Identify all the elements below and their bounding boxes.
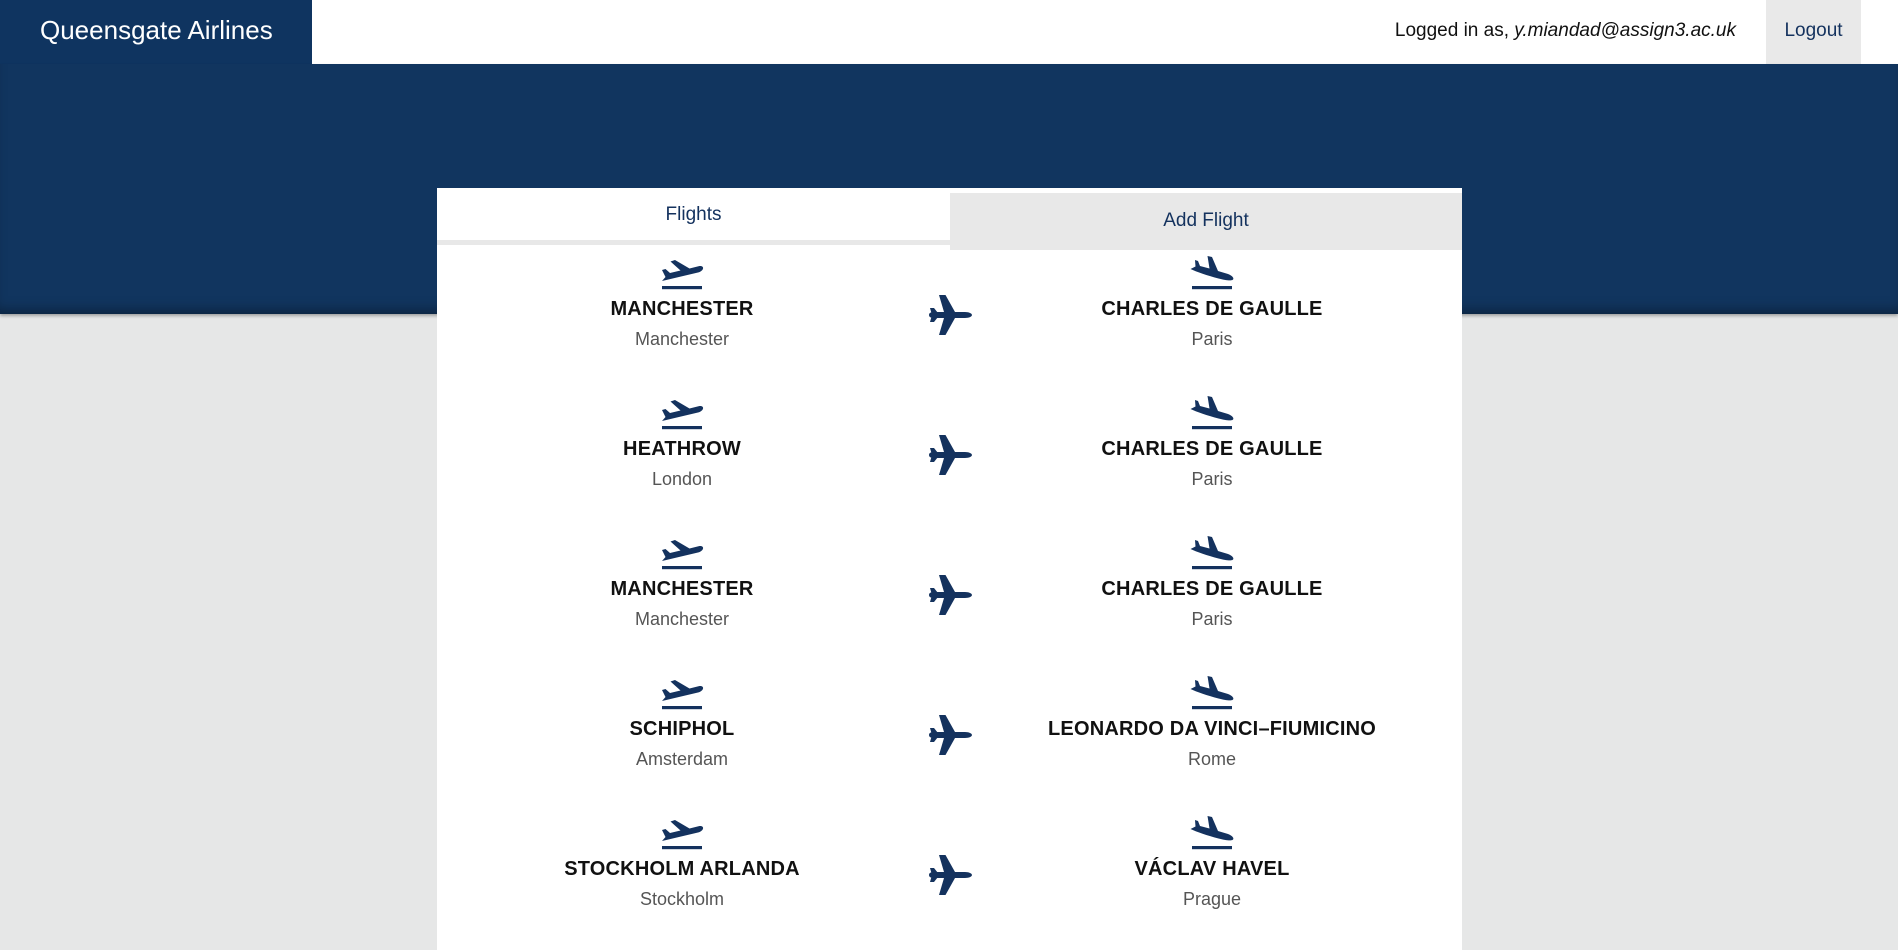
origin-city: Manchester bbox=[634, 609, 730, 629]
origin-airport-name: MANCHESTER bbox=[610, 578, 754, 600]
flight-land-icon bbox=[1190, 256, 1234, 290]
flight-takeoff-icon bbox=[662, 680, 704, 710]
flight-land-icon bbox=[1190, 536, 1234, 570]
airplane-icon bbox=[929, 715, 972, 755]
tab-add-flight[interactable]: Add Flight bbox=[950, 193, 1462, 250]
origin-airport-name: HEATHROW bbox=[623, 438, 741, 460]
destination-city: Prague bbox=[1182, 889, 1242, 909]
origin-airport-name: SCHIPHOL bbox=[629, 718, 735, 740]
origin-airport: MANCHESTER Manchester bbox=[462, 530, 902, 630]
destination-city: Paris bbox=[1191, 609, 1233, 629]
top-navbar: Queensgate Airlines Logged in as, y.mian… bbox=[0, 0, 1898, 64]
origin-airport: HEATHROW London bbox=[462, 390, 902, 490]
flight-list: MANCHESTER Manchester CHARLES DE GAULLE … bbox=[437, 250, 1462, 950]
origin-city: Amsterdam bbox=[635, 749, 729, 769]
flight-row[interactable]: STOCKHOLM ARLANDA Stockholm VÁCLAV HAVEL… bbox=[437, 810, 1462, 950]
destination-airport: CHARLES DE GAULLE Paris bbox=[992, 390, 1432, 490]
flight-land-icon bbox=[1190, 396, 1234, 430]
origin-airport-name: MANCHESTER bbox=[610, 298, 754, 320]
flight-row[interactable]: MANCHESTER Manchester CHARLES DE GAULLE … bbox=[437, 530, 1462, 670]
flight-row[interactable]: HEATHROW London CHARLES DE GAULLE Paris bbox=[437, 390, 1462, 530]
origin-airport: MANCHESTER Manchester bbox=[462, 250, 902, 350]
destination-airport-name: LEONARDO DA VINCI–FIUMICINO bbox=[1048, 718, 1376, 740]
flight-row[interactable]: MANCHESTER Manchester CHARLES DE GAULLE … bbox=[437, 250, 1462, 390]
destination-airport: CHARLES DE GAULLE Paris bbox=[992, 530, 1432, 630]
logged-in-status: Logged in as, y.miandad@assign3.ac.uk bbox=[1395, 0, 1736, 64]
destination-airport: CHARLES DE GAULLE Paris bbox=[992, 250, 1432, 350]
logout-button[interactable]: Logout bbox=[1766, 0, 1861, 64]
origin-airport-name: STOCKHOLM ARLANDA bbox=[564, 858, 800, 880]
flight-takeoff-icon bbox=[662, 260, 704, 290]
destination-city: Paris bbox=[1191, 329, 1233, 349]
brand-logo[interactable]: Queensgate Airlines bbox=[0, 0, 312, 64]
flight-takeoff-icon bbox=[662, 400, 704, 430]
flight-row[interactable]: SCHIPHOL Amsterdam LEONARDO DA VINCI–FIU… bbox=[437, 670, 1462, 810]
destination-city: Paris bbox=[1191, 469, 1233, 489]
airplane-icon bbox=[929, 295, 972, 335]
destination-airport: LEONARDO DA VINCI–FIUMICINO Rome bbox=[992, 670, 1432, 770]
destination-airport: VÁCLAV HAVEL Prague bbox=[992, 810, 1432, 910]
origin-airport: SCHIPHOL Amsterdam bbox=[462, 670, 902, 770]
flights-panel: Flights Add Flight MANCHESTER Manchester… bbox=[437, 188, 1462, 950]
flight-takeoff-icon bbox=[662, 540, 704, 570]
destination-airport-name: VÁCLAV HAVEL bbox=[1134, 858, 1290, 880]
airplane-icon bbox=[929, 855, 972, 895]
logged-in-label: Logged in as, bbox=[1394, 20, 1515, 41]
origin-city: London bbox=[651, 469, 713, 489]
destination-airport-name: CHARLES DE GAULLE bbox=[1101, 578, 1323, 600]
origin-airport: STOCKHOLM ARLANDA Stockholm bbox=[462, 810, 902, 910]
flight-takeoff-icon bbox=[662, 820, 704, 850]
origin-city: Stockholm bbox=[639, 889, 725, 909]
destination-city: Rome bbox=[1187, 749, 1236, 769]
flight-land-icon bbox=[1190, 816, 1234, 850]
flight-land-icon bbox=[1190, 676, 1234, 710]
destination-airport-name: CHARLES DE GAULLE bbox=[1101, 298, 1323, 320]
user-email: y.miandad@assign3.ac.uk bbox=[1514, 20, 1736, 41]
destination-airport-name: CHARLES DE GAULLE bbox=[1101, 438, 1323, 460]
airplane-icon bbox=[929, 435, 972, 475]
origin-city: Manchester bbox=[634, 329, 730, 349]
tab-flights[interactable]: Flights bbox=[437, 188, 950, 245]
airplane-icon bbox=[929, 575, 972, 615]
